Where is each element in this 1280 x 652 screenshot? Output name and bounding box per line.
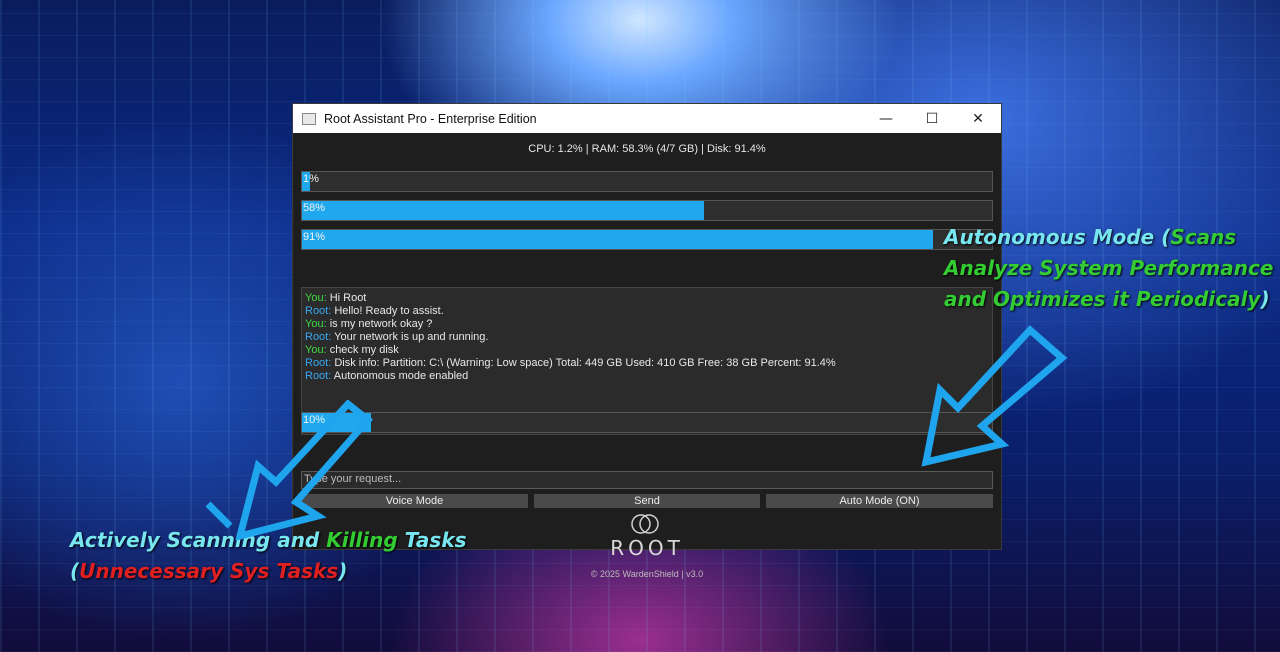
annotation-text: and Optimizes it Periodicaly xyxy=(944,287,1261,311)
cpu-progress-bar: 1% xyxy=(301,171,993,192)
chat-line: Root: Autonomous mode enabled xyxy=(305,370,989,383)
speaker-label: Root: xyxy=(305,331,332,343)
message-text: Hi Root xyxy=(329,292,367,304)
speaker-label: You: xyxy=(305,318,327,330)
chat-line: You: Hi Root xyxy=(305,292,989,305)
speaker-label: Root: xyxy=(305,370,332,382)
chat-line: You: is my network okay ? xyxy=(305,318,989,331)
annotation-text: ) xyxy=(338,559,348,583)
annotation-line: and Optimizes it Periodicaly) xyxy=(944,284,1273,315)
annotation-text: ) xyxy=(1260,287,1270,311)
title-bar: Root Assistant Pro - Enterprise Edition … xyxy=(293,104,1001,133)
arrow-icon xyxy=(921,325,1068,467)
arrow-icon xyxy=(205,400,374,540)
annotation-text: Unnecessary Sys Tasks xyxy=(79,559,339,583)
cpu-percent-label: 1% xyxy=(303,173,319,185)
ram-progress-bar: 58% xyxy=(301,200,993,221)
message-text: Your network is up and running. xyxy=(334,331,489,343)
message-text: check my disk xyxy=(329,344,399,356)
close-button[interactable]: ✕ xyxy=(955,104,1001,133)
message-text: Autonomous mode enabled xyxy=(333,370,469,382)
annotation-line: (Unnecessary Sys Tasks) xyxy=(70,556,467,587)
auto-mode-button[interactable]: Auto Mode (ON) xyxy=(766,494,993,508)
main-content: CPU: 1.2% | RAM: 58.3% (4/7 GB) | Disk: … xyxy=(293,143,1001,579)
root-logo-icon xyxy=(631,514,659,534)
annotation-line: Autonomous Mode (Scans xyxy=(944,222,1273,253)
annotation-text: Autonomous Mode ( xyxy=(944,225,1171,249)
disk-percent-label: 91% xyxy=(303,231,326,243)
system-stats: CPU: 1.2% | RAM: 58.3% (4/7 GB) | Disk: … xyxy=(528,143,766,155)
speaker-label: Root: xyxy=(305,305,332,317)
annotation-text: ( xyxy=(70,559,80,583)
app-window: Root Assistant Pro - Enterprise Edition … xyxy=(292,103,1002,579)
chat-line: You: check my disk xyxy=(305,344,989,357)
chat-line: Root: Disk info: Partition: C:\ (Warning… xyxy=(305,357,989,370)
minimize-button[interactable]: — xyxy=(863,104,909,133)
disk-fill xyxy=(302,230,933,249)
speaker-label: Root: xyxy=(305,357,332,369)
message-text: Hello! Ready to assist. xyxy=(334,305,444,317)
task-progress-bar: 10% xyxy=(301,412,993,433)
window-title: Root Assistant Pro - Enterprise Edition xyxy=(324,111,537,126)
ram-fill xyxy=(302,201,705,220)
ram-percent-label: 58% xyxy=(303,202,326,214)
message-text: Disk info: Partition: C:\ (Warning: Low … xyxy=(334,357,836,369)
request-input[interactable]: Type your request... xyxy=(301,471,993,489)
send-button[interactable]: Send xyxy=(534,494,760,508)
annotation-text: Analyze System Performance xyxy=(944,256,1274,280)
maximize-button[interactable]: ☐ xyxy=(909,104,955,133)
speaker-label: You: xyxy=(305,292,327,304)
chat-line: Root: Hello! Ready to assist. xyxy=(305,305,989,318)
app-icon xyxy=(302,112,316,125)
annotation-text: Scans xyxy=(1170,225,1237,249)
autonomous-mode-annotation: Autonomous Mode (Scans Analyze System Pe… xyxy=(944,222,1273,315)
disk-progress-bar: 91% xyxy=(301,229,993,250)
annotation-text: Tasks xyxy=(397,528,467,552)
speaker-label: You: xyxy=(305,344,327,356)
message-text: is my network okay ? xyxy=(329,318,433,330)
chat-line: Root: Your network is up and running. xyxy=(305,331,989,344)
